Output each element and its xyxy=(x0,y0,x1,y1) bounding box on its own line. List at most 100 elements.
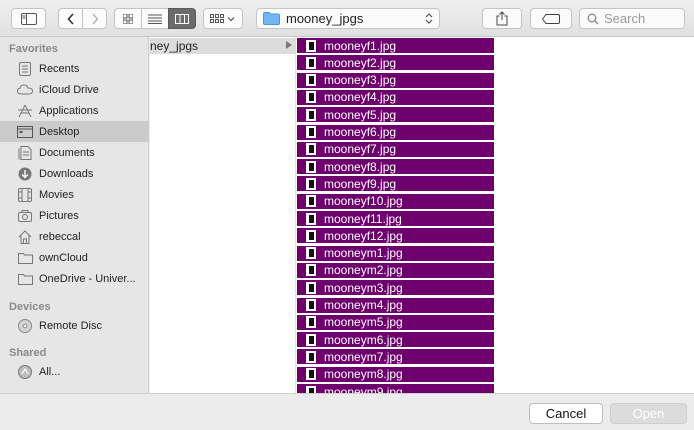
sidebar-item-remote-disc[interactable]: Remote Disc xyxy=(0,315,149,336)
file-row[interactable]: mooneyf4.jpg xyxy=(297,89,494,106)
image-thumbnail-icon xyxy=(306,160,316,173)
recents-icon xyxy=(17,61,33,76)
disclosure-triangle-icon xyxy=(286,41,292,49)
path-popup-label: mooney_jpgs xyxy=(286,11,364,26)
sidebar-item-label: iCloud Drive xyxy=(39,83,99,96)
file-name: mooneym2.jpg xyxy=(324,263,403,278)
view-icons-button[interactable] xyxy=(114,8,142,29)
cancel-button[interactable]: Cancel xyxy=(529,403,603,424)
image-thumbnail-icon xyxy=(306,195,316,208)
path-popup[interactable]: mooney_jpgs xyxy=(256,8,440,29)
file-row[interactable]: mooneym8.jpg xyxy=(297,366,494,383)
search-input[interactable]: Search xyxy=(579,8,685,29)
file-row[interactable]: mooneym4.jpg xyxy=(297,297,494,314)
file-row[interactable]: mooneyf3.jpg xyxy=(297,72,494,89)
list-view-icon xyxy=(148,14,162,24)
file-name: mooneyf11.jpg xyxy=(324,211,402,226)
shared-heading: Shared xyxy=(9,347,47,359)
cloud-icon xyxy=(17,83,33,97)
sidebar-item-documents[interactable]: Documents xyxy=(0,142,149,163)
column-view-icon xyxy=(175,13,189,24)
file-row[interactable]: mooneyf6.jpg xyxy=(297,124,494,141)
sidebar-item-movies[interactable]: Movies xyxy=(0,184,149,205)
sidebar-item-applications[interactable]: Applications xyxy=(0,100,149,121)
desktop-icon xyxy=(17,125,33,139)
forward-button[interactable] xyxy=(82,8,107,29)
file-row[interactable]: mooneyf10.jpg xyxy=(297,193,494,210)
back-button[interactable] xyxy=(58,8,83,29)
file-row[interactable]: mooneyf1.jpg xyxy=(297,38,494,54)
sidebar-item-desktop[interactable]: Desktop xyxy=(0,121,149,142)
view-columns-button[interactable] xyxy=(168,8,196,29)
file-row[interactable]: mooneyf12.jpg xyxy=(297,228,494,245)
file-row[interactable]: mooneyf2.jpg xyxy=(297,55,494,72)
file-name: mooneym6.jpg xyxy=(324,332,403,347)
image-thumbnail-icon xyxy=(306,177,316,190)
file-name: mooneyf10.jpg xyxy=(324,194,403,209)
file-name: mooneym3.jpg xyxy=(324,280,403,295)
downloads-icon xyxy=(17,167,33,181)
file-row[interactable]: mooneyf8.jpg xyxy=(297,159,494,176)
sidebar-item-pictures[interactable]: Pictures xyxy=(0,205,149,226)
file-name: mooneym5.jpg xyxy=(324,315,403,330)
share-icon xyxy=(496,11,508,26)
file-name: mooneyf9.jpg xyxy=(324,176,397,191)
applications-icon xyxy=(17,104,33,118)
toolbar: mooney_jpgs Search xyxy=(0,0,694,37)
image-thumbnail-icon xyxy=(306,333,316,346)
sidebar-item-downloads[interactable]: Downloads xyxy=(0,163,149,184)
file-row[interactable]: mooneyf7.jpg xyxy=(297,141,494,158)
file-name: mooneym1.jpg xyxy=(324,246,403,261)
file-row[interactable]: mooneym1.jpg xyxy=(297,245,494,262)
sidebar-item-label: Documents xyxy=(39,146,95,159)
disc-icon xyxy=(17,318,33,333)
sidebar-item-label: Desktop xyxy=(39,125,80,138)
image-thumbnail-icon xyxy=(306,350,316,363)
devices-heading: Devices xyxy=(9,301,51,313)
sidebar-item-all-shared[interactable]: All... xyxy=(0,361,149,382)
image-thumbnail-icon xyxy=(306,368,316,381)
chevron-right-icon xyxy=(91,12,99,25)
share-button[interactable] xyxy=(482,8,522,29)
parent-folder-row[interactable]: ney_jpgs xyxy=(150,38,296,54)
sidebar-item-label: All... xyxy=(39,365,61,378)
image-thumbnail-icon xyxy=(306,91,316,104)
view-list-button[interactable] xyxy=(141,8,169,29)
file-name: mooneyf2.jpg xyxy=(324,55,397,70)
file-row[interactable]: mooneym6.jpg xyxy=(297,332,494,349)
open-button[interactable]: Open xyxy=(610,403,687,424)
file-row[interactable]: mooneym5.jpg xyxy=(297,314,494,331)
file-row[interactable]: mooneym9.jpg xyxy=(297,384,494,393)
column-browser: ney_jpgs mooneyf1.jpg mooneyf2.jpg mooneyf… xyxy=(150,37,694,393)
file-row[interactable]: mooneyf9.jpg xyxy=(297,176,494,193)
arrange-grid-icon xyxy=(210,13,235,23)
tag-button[interactable] xyxy=(530,8,572,29)
image-thumbnail-icon xyxy=(306,299,316,311)
sidebar-item-rebeccal[interactable]: rebeccal xyxy=(0,226,149,247)
file-name: mooneym7.jpg xyxy=(324,349,403,364)
sidebar-item-owncloud[interactable]: ownCloud xyxy=(0,247,149,268)
file-row[interactable]: mooneym3.jpg xyxy=(297,280,494,297)
search-placeholder: Search xyxy=(604,11,646,26)
dialog-footer: Cancel Open xyxy=(0,393,694,430)
file-row[interactable]: mooneyf5.jpg xyxy=(297,107,494,124)
file-row[interactable]: mooneym2.jpg xyxy=(297,262,494,279)
file-name: mooneyf3.jpg xyxy=(324,73,397,88)
pictures-icon xyxy=(17,209,33,223)
sidebar-item-onedrive[interactable]: OneDrive - Univer... xyxy=(0,268,149,289)
sidebar-item-recents[interactable]: Recents xyxy=(0,58,149,79)
image-thumbnail-icon xyxy=(306,264,316,277)
parent-column: ney_jpgs xyxy=(150,37,296,393)
file-name: mooneyf6.jpg xyxy=(324,125,397,139)
file-row[interactable]: mooneyf11.jpg xyxy=(297,211,494,227)
grid-view-icon xyxy=(123,13,133,24)
arrange-button[interactable] xyxy=(203,8,243,29)
sidebar-toggle-button[interactable] xyxy=(11,8,46,29)
sidebar-item-icloud-drive[interactable]: iCloud Drive xyxy=(0,79,149,100)
sidebar: Favorites Recents iCloud Drive Applicati… xyxy=(0,37,149,393)
image-thumbnail-icon xyxy=(306,74,316,87)
file-row[interactable]: mooneym7.jpg xyxy=(297,349,494,366)
sidebar-item-label: Movies xyxy=(39,188,74,201)
image-thumbnail-icon xyxy=(306,385,316,393)
image-thumbnail-icon xyxy=(306,247,316,260)
